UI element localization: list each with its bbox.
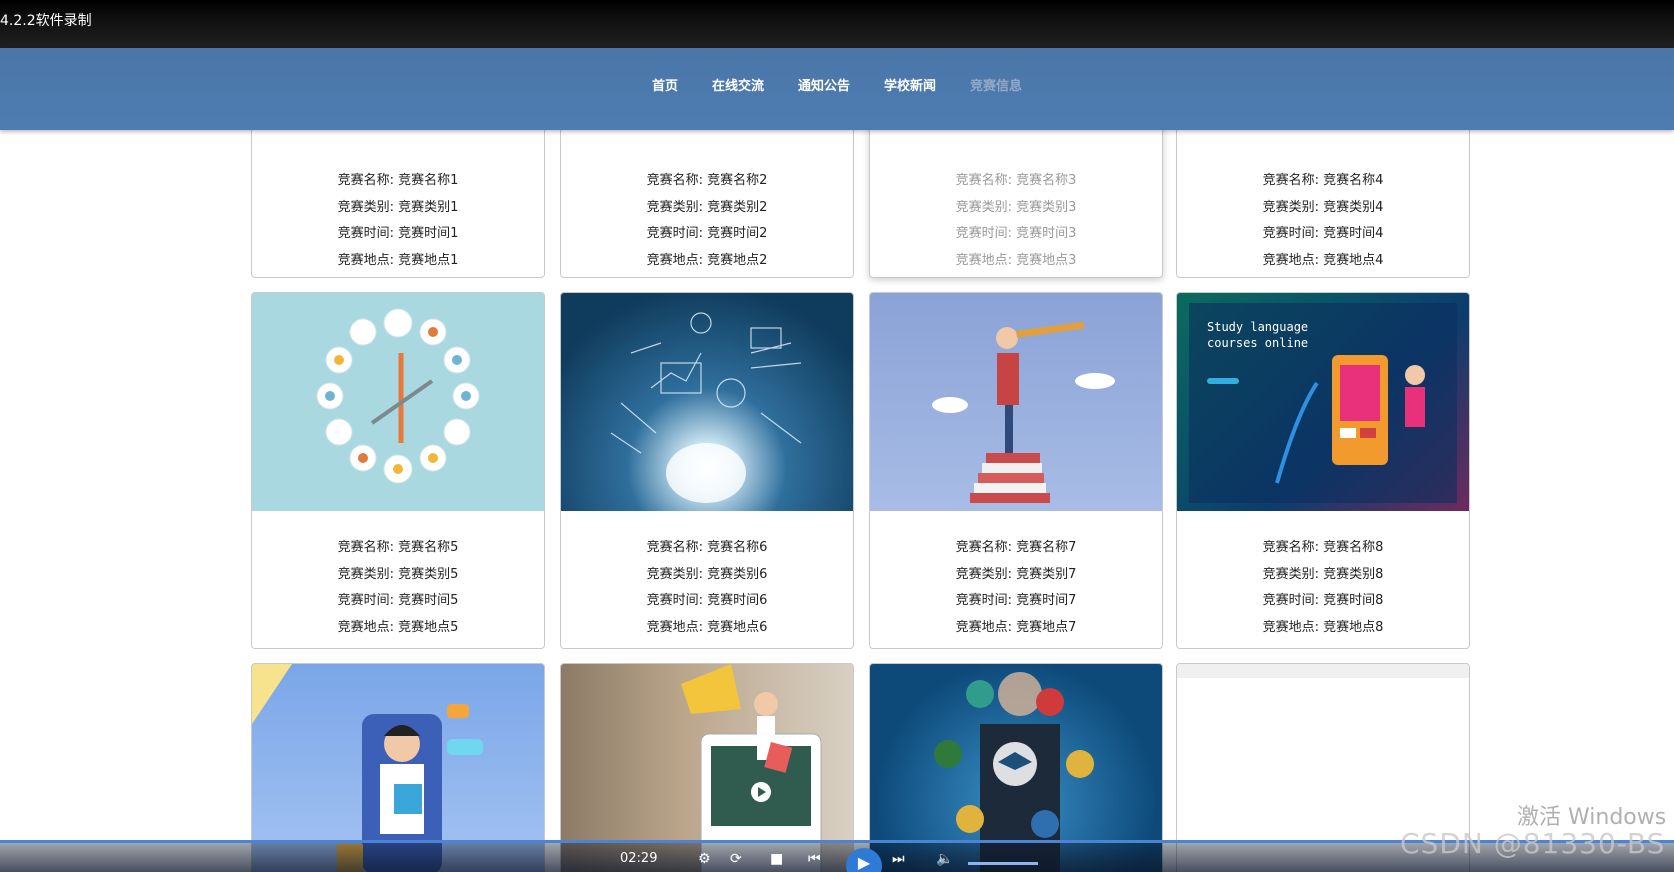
card-4-time: 竞赛时间: 竞赛时间4 <box>1262 226 1384 241</box>
main-nav: 首页 在线交流 通知公告 学校新闻 竞赛信息 <box>0 75 1674 94</box>
card-1-place: 竞赛地点: 竞赛地点1 <box>337 252 459 268</box>
card-2-category: 竞赛类别: 竞赛类别2 <box>646 199 768 215</box>
card-6-category: 竞赛类别: 竞赛类别6 <box>646 566 768 582</box>
study-title-text: Study language <box>1207 320 1308 334</box>
card-3-time: 竞赛时间: 竞赛时间3 <box>955 226 1077 241</box>
competition-card-7[interactable]: 竞赛名称: 竞赛名称7 竞赛类别: 竞赛类别7 竞赛时间: 竞赛时间7 竞赛地点… <box>869 292 1163 649</box>
card-2-name: 竞赛名称: 竞赛名称2 <box>646 173 768 188</box>
card-7-image <box>870 293 1162 511</box>
player-forward-icon[interactable]: ⏭ <box>892 851 905 867</box>
card-2-time: 竞赛时间: 竞赛时间2 <box>646 226 768 241</box>
card-6-info: 竞赛名称: 竞赛名称6 竞赛类别: 竞赛类别6 竞赛时间: 竞赛时间6 竞赛地点… <box>561 535 853 641</box>
nav-competition-info[interactable]: 竞赛信息 <box>970 75 1022 94</box>
card-4-info: 竞赛名称: 竞赛名称4 竞赛类别: 竞赛类别4 竞赛时间: 竞赛时间4 竞赛地点… <box>1177 168 1469 274</box>
competition-card-5[interactable]: 竞赛名称: 竞赛名称5 竞赛类别: 竞赛类别5 竞赛时间: 竞赛时间5 竞赛地点… <box>251 292 545 649</box>
nav-online-chat[interactable]: 在线交流 <box>712 75 764 94</box>
card-7-info: 竞赛名称: 竞赛名称7 竞赛类别: 竞赛类别7 竞赛时间: 竞赛时间7 竞赛地点… <box>870 535 1162 641</box>
card-6-name: 竞赛名称: 竞赛名称6 <box>646 540 768 555</box>
card-8-name: 竞赛名称: 竞赛名称8 <box>1262 540 1384 555</box>
card-3-category: 竞赛类别: 竞赛类别3 <box>955 199 1077 215</box>
nav-home[interactable]: 首页 <box>652 75 678 94</box>
player-volume-icon[interactable]: 🔈 <box>936 851 953 867</box>
card-6-place: 竞赛地点: 竞赛地点6 <box>646 619 768 635</box>
card-4-name: 竞赛名称: 竞赛名称4 <box>1262 173 1384 188</box>
card-8-time: 竞赛时间: 竞赛时间8 <box>1262 593 1384 608</box>
card-12-image <box>1177 664 1469 678</box>
card-6-image <box>561 293 853 511</box>
screen: 4.2.2软件录制 首页 在线交流 通知公告 学校新闻 竞赛信息 竞赛名称: 竞… <box>0 0 1674 872</box>
recorder-top-bar: 4.2.2软件录制 <box>0 0 1674 52</box>
competition-card-6[interactable]: 竞赛名称: 竞赛名称6 竞赛类别: 竞赛类别6 竞赛时间: 竞赛时间6 竞赛地点… <box>560 292 854 649</box>
card-5-name: 竞赛名称: 竞赛名称5 <box>337 540 459 555</box>
player-stop-icon[interactable]: ■ <box>770 851 783 867</box>
player-volume-slider[interactable] <box>968 862 1038 865</box>
card-2-info: 竞赛名称: 竞赛名称2 竞赛类别: 竞赛类别2 竞赛时间: 竞赛时间2 竞赛地点… <box>561 168 853 274</box>
business-doodle-illustration <box>610 312 802 503</box>
card-8-category: 竞赛类别: 竞赛类别8 <box>1262 566 1384 582</box>
card-5-place: 竞赛地点: 竞赛地点5 <box>337 619 459 635</box>
card-4-place: 竞赛地点: 竞赛地点4 <box>1262 252 1384 268</box>
player-time: 02:29 <box>620 851 658 866</box>
card-6-time: 竞赛时间: 竞赛时间6 <box>646 593 768 608</box>
nav-notices[interactable]: 通知公告 <box>798 75 850 94</box>
card-7-category: 竞赛类别: 竞赛类别7 <box>955 566 1077 582</box>
card-5-info: 竞赛名称: 竞赛名称5 竞赛类别: 竞赛类别5 竞赛时间: 竞赛时间5 竞赛地点… <box>252 535 544 641</box>
card-5-time: 竞赛时间: 竞赛时间5 <box>337 593 459 608</box>
card-1-info: 竞赛名称: 竞赛名称1 竞赛类别: 竞赛类别1 竞赛时间: 竞赛时间1 竞赛地点… <box>252 168 544 274</box>
clock-illustration <box>316 308 480 484</box>
card-4-category: 竞赛类别: 竞赛类别4 <box>1262 199 1384 215</box>
card-1-name: 竞赛名称: 竞赛名称1 <box>337 173 459 188</box>
player-loop-icon[interactable]: ⟳ <box>730 851 742 867</box>
recorder-title: 4.2.2软件录制 <box>0 13 92 29</box>
card-7-place: 竞赛地点: 竞赛地点7 <box>955 619 1077 635</box>
card-8-place: 竞赛地点: 竞赛地点8 <box>1262 619 1384 635</box>
card-5-category: 竞赛类别: 竞赛类别5 <box>337 566 459 582</box>
csdn-watermark: CSDN @81330-BS <box>1400 827 1666 860</box>
card-8-info: 竞赛名称: 竞赛名称8 竞赛类别: 竞赛类别8 竞赛时间: 竞赛时间8 竞赛地点… <box>1177 535 1469 641</box>
site-header: 首页 在线交流 通知公告 学校新闻 竞赛信息 <box>0 48 1674 130</box>
telescope-illustration <box>932 321 1115 503</box>
card-3-info: 竞赛名称: 竞赛名称3 竞赛类别: 竞赛类别3 竞赛时间: 竞赛时间3 竞赛地点… <box>870 168 1162 274</box>
card-1-time: 竞赛时间: 竞赛时间1 <box>337 226 459 241</box>
card-2-place: 竞赛地点: 竞赛地点2 <box>646 252 768 268</box>
nav-school-news[interactable]: 学校新闻 <box>884 75 936 94</box>
card-3-place: 竞赛地点: 竞赛地点3 <box>955 252 1077 268</box>
competition-card-8[interactable]: Study language courses online 竞赛名称: 竞赛名称… <box>1176 292 1470 649</box>
card-8-image: Study language courses online <box>1177 293 1469 511</box>
card-7-time: 竞赛时间: 竞赛时间7 <box>955 593 1077 608</box>
card-1-category: 竞赛类别: 竞赛类别1 <box>337 199 459 215</box>
card-3-name: 竞赛名称: 竞赛名称3 <box>955 173 1077 188</box>
card-7-name: 竞赛名称: 竞赛名称7 <box>955 540 1077 555</box>
study-language-illustration: Study language courses online <box>1189 303 1457 503</box>
card-5-image <box>252 293 544 511</box>
study-subtitle-text: courses online <box>1207 336 1308 350</box>
player-settings-icon[interactable]: ⚙ <box>698 851 711 867</box>
player-rewind-icon[interactable]: ⏮ <box>808 851 821 867</box>
